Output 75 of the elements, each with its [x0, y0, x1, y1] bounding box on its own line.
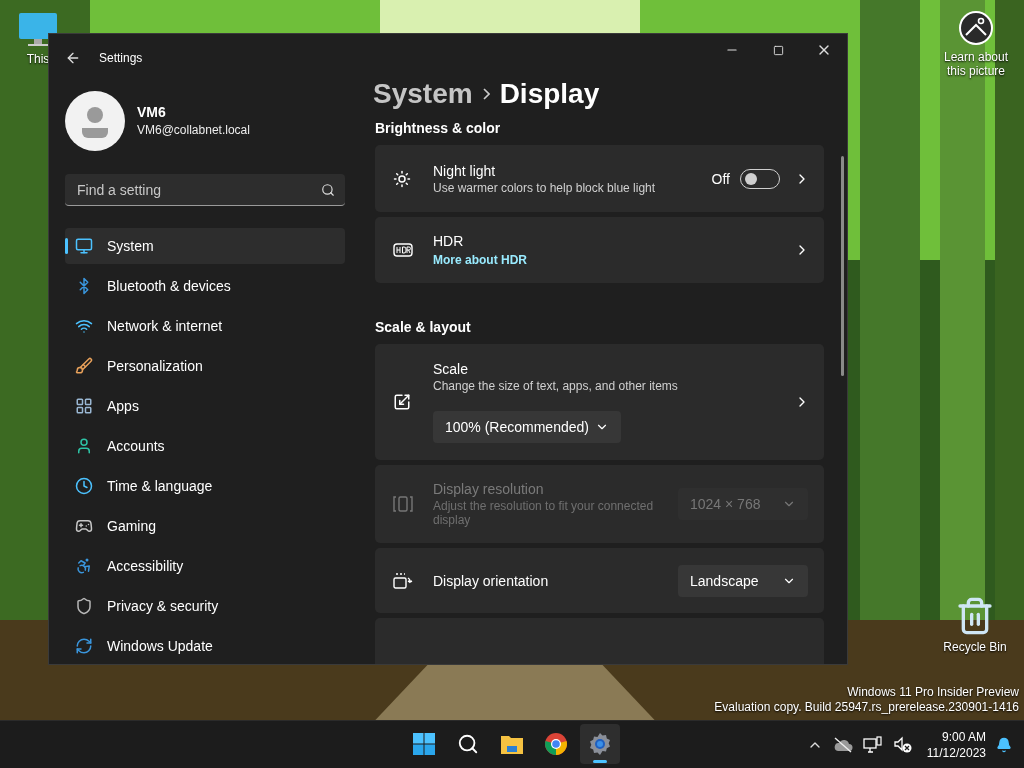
landscape-icon[interactable]: [958, 10, 994, 46]
hdr-icon: [393, 243, 413, 257]
page-title: Display: [499, 78, 600, 110]
search-icon: [457, 733, 479, 755]
taskbar-button[interactable]: [580, 724, 620, 764]
nav-item[interactable]: Privacy & security: [65, 588, 345, 624]
window-title: Settings: [99, 51, 144, 65]
monitor-icon: [75, 237, 93, 255]
accessibility-icon: [75, 557, 93, 575]
clock-time[interactable]: 9:00 AM: [941, 728, 986, 745]
setting-card[interactable]: Display orientation Landscape: [375, 548, 824, 613]
breadcrumb-parent[interactable]: System: [373, 78, 473, 110]
bell-icon[interactable]: [996, 736, 1012, 753]
build-watermark-text: Windows 11 Pro Insider Preview: [847, 685, 1019, 700]
search-icon[interactable]: [321, 182, 335, 197]
section-title: Scale & layout: [375, 319, 472, 335]
gamepad-icon: [75, 517, 93, 535]
section-title: Brightness & color: [375, 120, 502, 136]
speaker-muted-icon[interactable]: [892, 735, 913, 754]
user-name: VM6: [137, 104, 167, 121]
search-field[interactable]: Find a setting: [65, 174, 345, 206]
browser-icon: [544, 732, 568, 756]
toggle-state-text: Off: [711, 170, 730, 187]
build-watermark-text: Evaluation copy. Build 25947.rs_prerelease.230901-1416: [714, 700, 1019, 715]
card-title: Display resolution: [433, 481, 545, 497]
maximize-icon: [772, 44, 784, 56]
card-title: HDR: [433, 233, 465, 249]
scale-dropdown[interactable]: 100% (Recommended): [433, 411, 621, 443]
nav-item[interactable]: Time & language: [65, 468, 345, 504]
wifi-icon: [75, 317, 93, 335]
orientation-icon: [393, 571, 413, 590]
scale-icon: [393, 393, 411, 411]
nav-item[interactable]: Personalization: [65, 348, 345, 384]
windows-logo-icon: [412, 732, 436, 756]
desktop-icon-label[interactable]: Recycle Bin: [943, 640, 1007, 654]
nav-item[interactable]: Windows Update: [65, 628, 345, 664]
folder-icon: [500, 733, 524, 755]
scale-card[interactable]: Scale Change the size of text, apps, and other items 100% (Recommended): [375, 344, 824, 460]
clock-icon: [75, 477, 93, 495]
card-description: Use warmer colors to help block blue light: [433, 180, 657, 195]
spotlight-label[interactable]: Learn about this picture: [936, 50, 1016, 78]
night-light-card[interactable]: Night light Use warmer colors to help block blue light Off: [375, 145, 824, 212]
refresh-icon: [75, 637, 93, 655]
clock-date[interactable]: 11/12/2023: [926, 744, 986, 761]
gear-icon: [588, 732, 612, 756]
monitor-icon[interactable]: [18, 12, 58, 48]
cloud-off-icon[interactable]: [832, 736, 853, 753]
nav-item[interactable]: Bluetooth & devices: [65, 268, 345, 304]
card-title: Night light: [433, 162, 497, 179]
apps-grid-icon: [75, 397, 93, 415]
scrollbar[interactable]: [841, 156, 844, 376]
card-description: Adjust the resolution to fit your connected display: [433, 499, 655, 527]
more-link[interactable]: More about HDR: [433, 253, 794, 267]
network-icon[interactable]: [862, 735, 883, 754]
person-icon: [75, 437, 93, 455]
shield-icon: [75, 597, 93, 615]
desktop-icon-label[interactable]: This: [26, 52, 50, 66]
brush-icon: [75, 357, 93, 375]
chevron-right-icon: [482, 88, 490, 100]
nav-item[interactable]: Accessibility: [65, 548, 345, 584]
nav-item[interactable]: System: [65, 228, 345, 264]
card-title: Scale: [433, 361, 470, 377]
card-description: Change the size of text, apps, and other items: [433, 379, 679, 393]
avatar: [65, 90, 125, 151]
sun-icon: [393, 169, 411, 188]
nav-item[interactable]: Accounts: [65, 428, 345, 464]
nav-item[interactable]: Gaming: [65, 508, 345, 544]
hdr-card[interactable]: HDR More about HDR: [375, 217, 824, 283]
value-dropdown[interactable]: Landscape: [678, 564, 808, 597]
nav-item[interactable]: Network & internet: [65, 308, 345, 344]
resolution-icon: [393, 495, 413, 513]
card-title: Display orientation: [433, 572, 550, 589]
nav-item[interactable]: Apps: [65, 388, 345, 424]
user-email: VM6@collabnet.local: [137, 123, 250, 138]
search-input[interactable]: Find a setting: [75, 180, 321, 199]
